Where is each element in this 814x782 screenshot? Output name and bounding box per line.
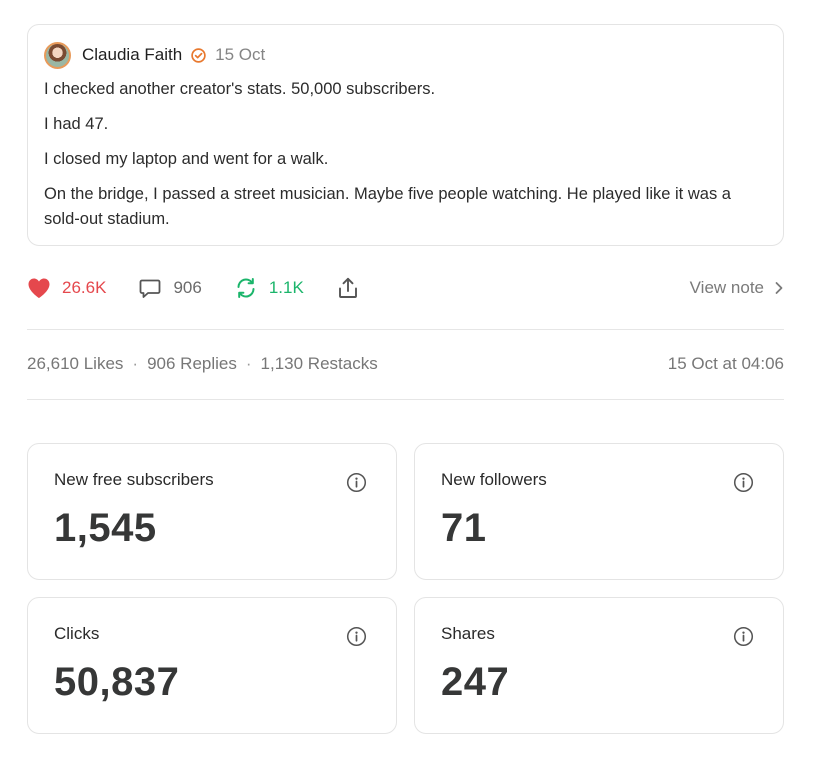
- note-header: Claudia Faith 15 Oct: [44, 41, 767, 69]
- reply-count: 906: [173, 278, 202, 297]
- metric-value: 71: [441, 506, 487, 550]
- share-button[interactable]: [336, 276, 371, 300]
- verified-icon: [191, 47, 206, 63]
- view-note-label: View note: [689, 278, 764, 297]
- metric-card-new-free-subscribers: New free subscribers 1,545: [27, 443, 397, 580]
- restack-button[interactable]: 1.1K: [234, 276, 304, 300]
- likes-stat: 26,610 Likes: [27, 354, 124, 373]
- restack-count: 1.1K: [268, 278, 304, 297]
- metric-card-clicks: Clicks 50,837: [27, 597, 397, 734]
- separator: ·: [245, 354, 252, 373]
- comment-icon: [140, 279, 161, 298]
- divider: [27, 329, 784, 330]
- note-line: I closed my laptop and went for a walk.: [44, 150, 329, 168]
- separator: ·: [132, 354, 139, 373]
- like-button[interactable]: 26.6K: [27, 277, 106, 299]
- info-icon[interactable]: [346, 626, 367, 647]
- restack-icon: [237, 278, 255, 298]
- author-name[interactable]: Claudia Faith: [82, 45, 182, 65]
- note-date: 15 Oct: [215, 45, 266, 64]
- metric-label: Shares: [441, 624, 495, 643]
- note-line: On the bridge, I passed a street musicia…: [44, 185, 731, 228]
- divider: [27, 399, 784, 400]
- like-count: 26.6K: [62, 278, 107, 297]
- metric-label: Clicks: [54, 624, 100, 643]
- avatar[interactable]: [44, 41, 71, 69]
- chevron-right-icon: [775, 282, 783, 294]
- replies-stat: 906 Replies: [147, 354, 237, 373]
- note-body: I checked another creator's stats. 50,00…: [44, 77, 767, 232]
- action-bar: 26.6K 906 1.1K View note: [27, 270, 784, 306]
- note-line: I checked another creator's stats. 50,00…: [44, 80, 436, 98]
- note-card[interactable]: Claudia Faith 15 Oct I checked another c…: [27, 24, 784, 246]
- note-line: I had 47.: [44, 115, 109, 133]
- info-icon[interactable]: [346, 472, 367, 493]
- share-icon: [338, 277, 357, 298]
- timestamp: 15 Oct at 04:06: [667, 354, 784, 373]
- note-stats: 26,610 Likes · 906 Replies · 1,130 Resta…: [27, 350, 784, 378]
- heart-icon: [28, 278, 50, 298]
- info-icon[interactable]: [733, 472, 754, 493]
- metric-value: 1,545: [54, 506, 157, 550]
- view-note-link[interactable]: View note: [690, 278, 784, 298]
- reply-button[interactable]: 906: [138, 276, 202, 300]
- restacks-stat: 1,130 Restacks: [260, 354, 378, 373]
- info-icon[interactable]: [733, 626, 754, 647]
- metric-value: 50,837: [54, 660, 180, 704]
- metric-card-new-followers: New followers 71: [414, 443, 784, 580]
- metric-label: New free subscribers: [54, 470, 214, 489]
- metric-label: New followers: [441, 470, 547, 489]
- metric-card-shares: Shares 247: [414, 597, 784, 734]
- metric-value: 247: [441, 660, 510, 704]
